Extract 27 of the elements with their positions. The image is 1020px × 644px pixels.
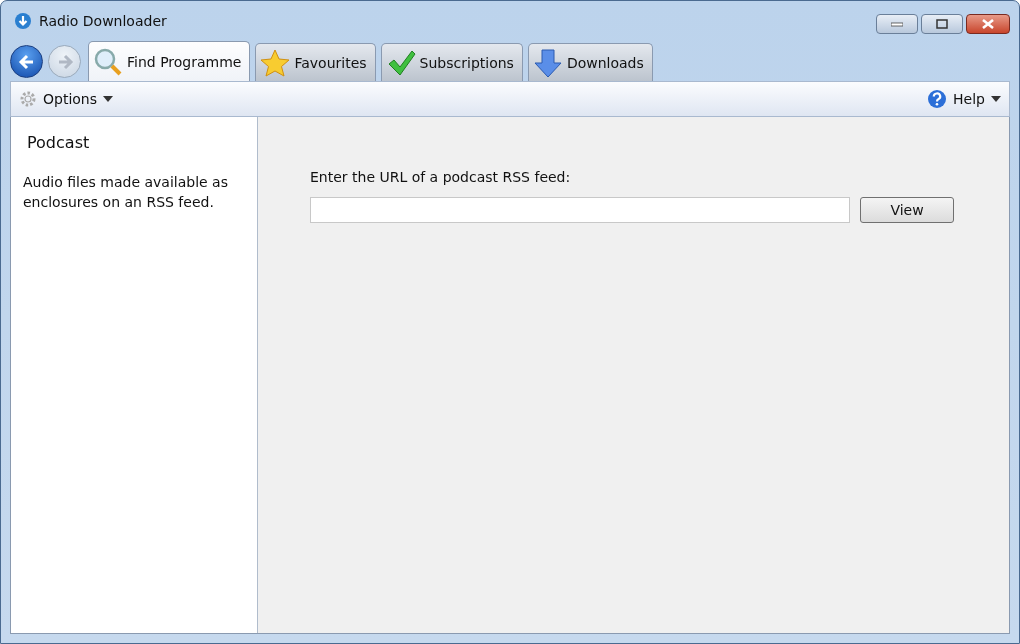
star-icon: [260, 47, 291, 78]
maximize-icon: [936, 19, 948, 29]
help-icon: [927, 89, 948, 109]
sidebar-description: Audio files made available as enclosures on an RSS feed.: [23, 173, 229, 212]
window-title: Radio Downloader: [39, 13, 167, 29]
back-button[interactable]: [10, 45, 43, 78]
url-label: Enter the URL of a podcast RSS feed:: [310, 169, 572, 185]
close-button[interactable]: [966, 14, 1010, 34]
maximize-button[interactable]: [921, 14, 963, 34]
minimize-button[interactable]: [876, 14, 918, 34]
tab[interactable]: Subscriptions: [380, 43, 523, 81]
help-menu[interactable]: Help: [925, 87, 1003, 111]
tab[interactable]: Favourites: [255, 43, 376, 81]
close-icon: [981, 19, 995, 29]
down-arrow-icon: [532, 47, 563, 78]
url-field[interactable]: [310, 197, 850, 223]
caret-icon: [991, 96, 1001, 102]
magnifier-icon: [93, 46, 123, 77]
sidebar-title: Podcast: [26, 133, 91, 152]
options-menu[interactable]: Options: [17, 88, 116, 110]
minimize-icon: [891, 21, 903, 27]
tab[interactable]: Downloads: [527, 43, 653, 81]
download-icon: [14, 12, 32, 30]
gear-icon: [19, 90, 37, 108]
caret-icon: [103, 96, 114, 102]
view-button[interactable]: View: [860, 197, 954, 223]
tab[interactable]: Find Programme: [88, 41, 251, 81]
